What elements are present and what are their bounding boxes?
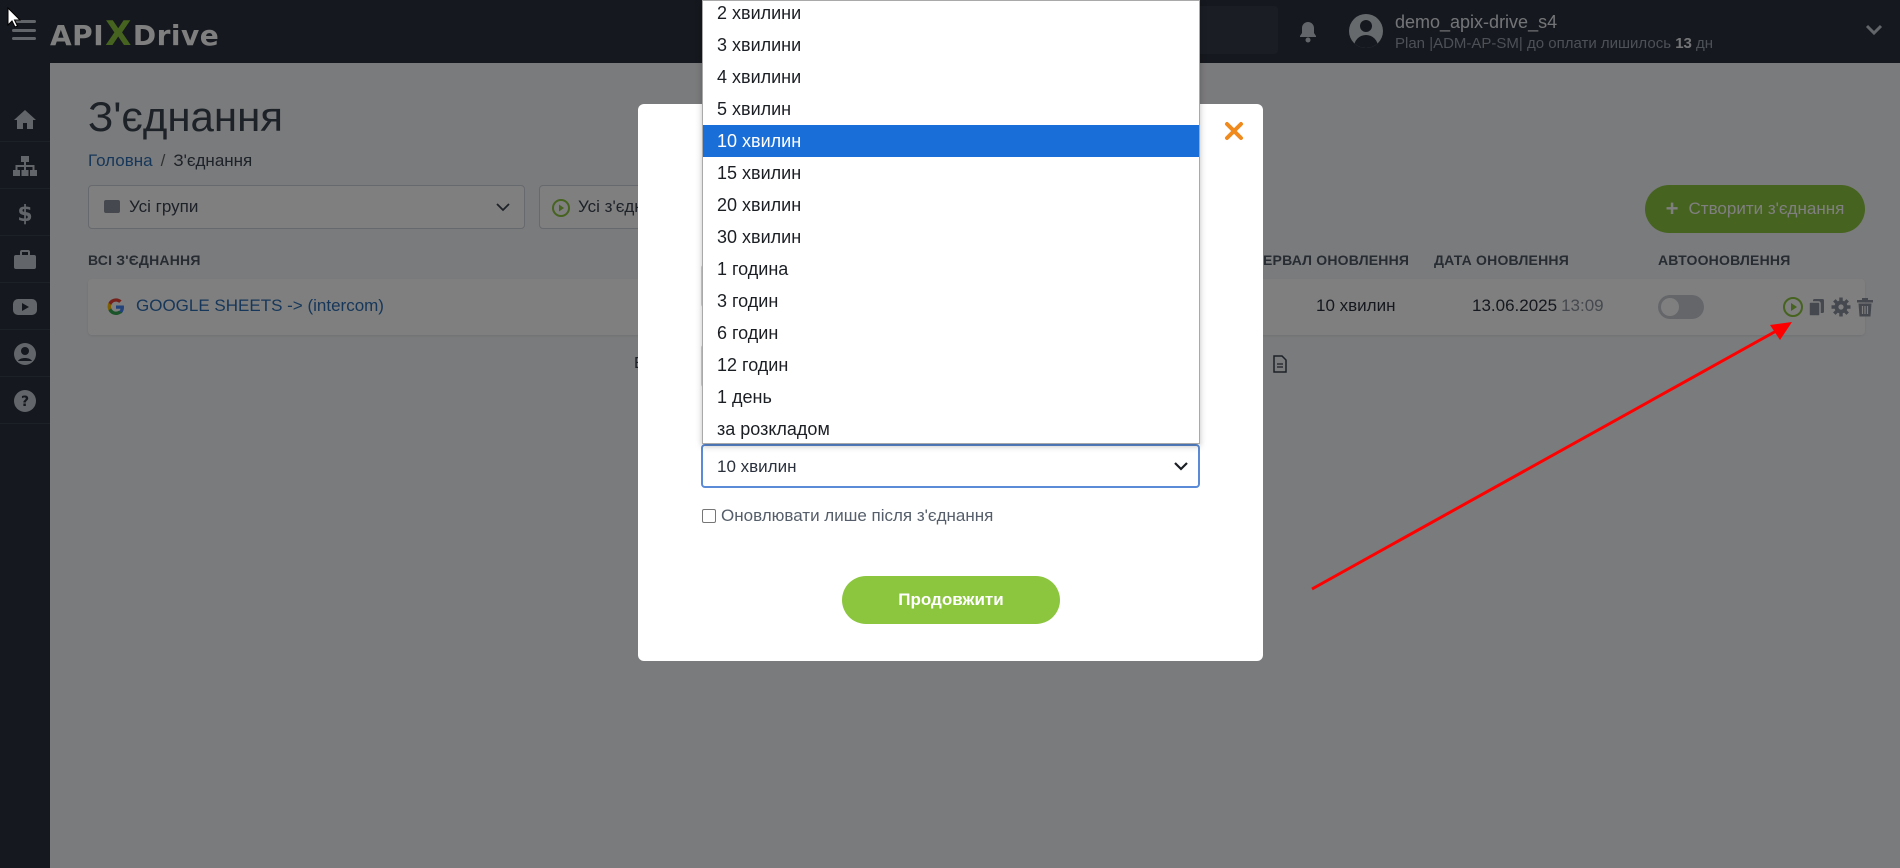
mouse-cursor-icon	[7, 7, 21, 28]
annotation-arrow-line	[1311, 328, 1779, 591]
app-root: APIXDrive demo_apix-drive_s4 Plan |ADM-A…	[0, 0, 1900, 868]
annotation-arrow	[1311, 322, 1792, 591]
